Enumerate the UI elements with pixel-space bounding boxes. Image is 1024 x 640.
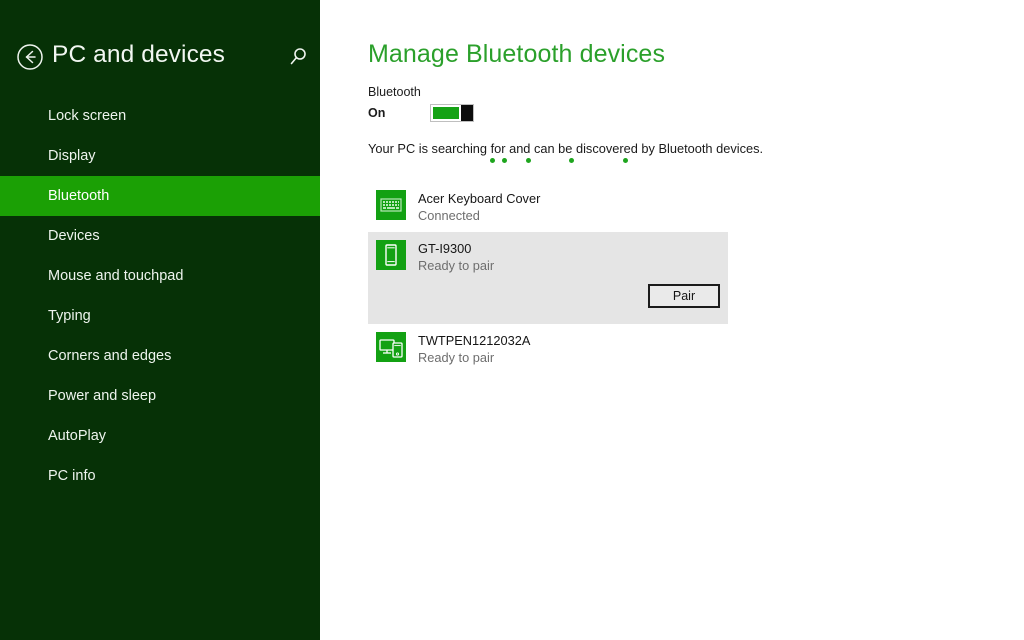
sidebar-item-devices[interactable]: Devices: [0, 216, 320, 256]
pc-and-phone-icon: [376, 332, 406, 362]
back-arrow-circle-icon[interactable]: [16, 43, 44, 71]
device-text-block: Acer Keyboard Cover Connected: [418, 190, 540, 224]
page-title: PC and devices: [52, 41, 225, 68]
search-icon[interactable]: [287, 46, 309, 68]
progress-dot-2: [502, 158, 507, 163]
sidebar-item-label: Display: [48, 148, 96, 164]
sidebar-item-pc-info[interactable]: PC info: [0, 456, 320, 496]
device-actions: Pair: [368, 282, 728, 324]
device-text-block: GT-I9300 Ready to pair: [418, 240, 494, 274]
progress-dot-5: [623, 158, 628, 163]
device-row[interactable]: GT-I9300 Ready to pair Pair: [368, 232, 728, 324]
sidebar-item-label: Bluetooth: [48, 188, 110, 204]
progress-dot-1: [490, 158, 495, 163]
sidebar-item-label: Lock screen: [48, 108, 127, 124]
discovery-status-text: Your PC is searching for and can be disc…: [368, 141, 764, 156]
sidebar-item-display[interactable]: Display: [0, 136, 320, 176]
sidebar-item-lock-screen[interactable]: Lock screen: [0, 96, 320, 136]
sidebar-header: PC and devices: [0, 0, 320, 96]
searching-progress-indicator: [368, 156, 728, 166]
settings-sidebar: PC and devices Lock screen Display Bluetoo…: [0, 0, 320, 640]
device-row-content: TWTPEN1212032A Ready to pair: [368, 324, 728, 374]
sidebar-item-corners-and-edges[interactable]: Corners and edges: [0, 336, 320, 376]
sidebar-item-autoplay[interactable]: AutoPlay: [0, 416, 320, 456]
sidebar-item-label: AutoPlay: [48, 428, 107, 444]
device-status: Ready to pair: [418, 258, 495, 273]
sidebar-item-label: Mouse and touchpad: [48, 268, 184, 284]
sidebar-item-bluetooth[interactable]: Bluetooth: [0, 176, 320, 216]
device-name: TWTPEN1212032A: [418, 333, 531, 348]
device-row-content: Acer Keyboard Cover Connected: [368, 182, 728, 232]
sidebar-item-mouse-and-touchpad[interactable]: Mouse and touchpad: [0, 256, 320, 296]
sidebar-nav-list: Lock screen Display Bluetooth Devices Mouse …: [0, 96, 320, 496]
phone-icon: [376, 240, 406, 270]
device-row[interactable]: TWTPEN1212032A Ready to pair: [368, 324, 728, 374]
device-name: GT-I9300: [418, 241, 472, 256]
bluetooth-settings-pane: Manage Bluetooth devices Bluetooth On Yo…: [320, 0, 1024, 640]
keyboard-icon: [376, 190, 406, 220]
sidebar-item-label: Devices: [48, 228, 100, 244]
device-text-block: TWTPEN1212032A Ready to pair: [418, 332, 530, 366]
device-row-content: GT-I9300 Ready to pair: [368, 232, 728, 282]
main-page-title: Manage Bluetooth devices: [368, 40, 666, 68]
toggle-thumb[interactable]: [461, 105, 473, 121]
sidebar-item-label: PC info: [48, 468, 96, 484]
sidebar-item-label: Typing: [48, 308, 91, 324]
device-status: Ready to pair: [418, 350, 495, 365]
device-name: Acer Keyboard Cover: [418, 191, 541, 206]
bluetooth-toggle-state-label: On: [368, 106, 386, 120]
bluetooth-device-list: Acer Keyboard Cover Connected GT-I9300 Read…: [368, 182, 728, 374]
sidebar-item-typing[interactable]: Typing: [0, 296, 320, 336]
device-status: Connected: [418, 208, 480, 223]
pair-button[interactable]: Pair: [648, 284, 720, 308]
progress-dot-4: [569, 158, 574, 163]
bluetooth-toggle-switch[interactable]: [430, 104, 474, 122]
bluetooth-section-label: Bluetooth: [368, 85, 421, 99]
toggle-track-fill: [433, 107, 459, 119]
device-row[interactable]: Acer Keyboard Cover Connected: [368, 182, 728, 232]
pc-settings-window: PC and devices Lock screen Display Bluetoo…: [0, 0, 1024, 640]
sidebar-item-power-and-sleep[interactable]: Power and sleep: [0, 376, 320, 416]
bluetooth-toggle-row: On: [368, 103, 474, 123]
sidebar-item-label: Corners and edges: [48, 348, 172, 364]
sidebar-item-label: Power and sleep: [48, 388, 157, 404]
progress-dot-3: [526, 158, 531, 163]
